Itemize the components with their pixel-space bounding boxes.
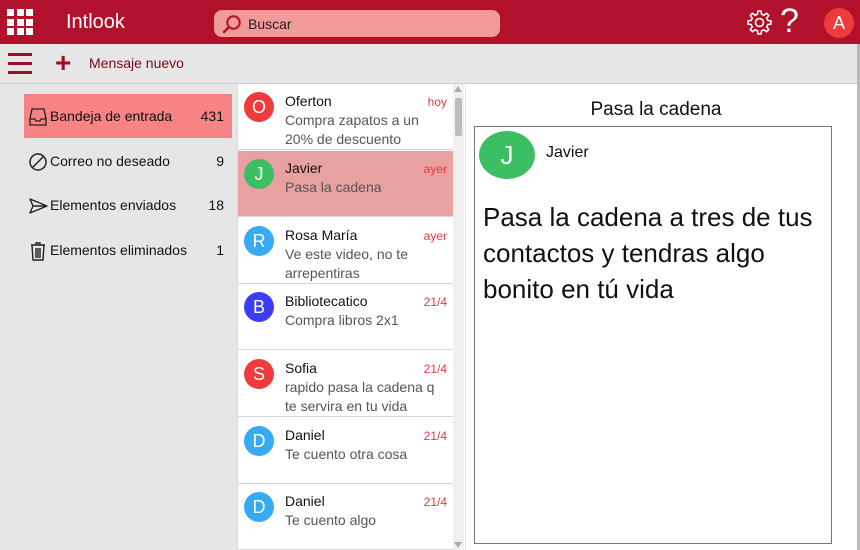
message-preview: Te cuento algo [285, 512, 377, 528]
trash-icon [31, 242, 45, 261]
folder-inbox[interactable]: Bandeja de entrada 431 [24, 94, 232, 138]
message-item[interactable]: S Sofia 21/4 rapido pasa la cadena q te … [238, 351, 453, 417]
message-sender: Oferton [285, 93, 332, 109]
sender-avatar: R [244, 226, 274, 256]
sender-avatar: D [244, 492, 274, 522]
message-date: 21/4 [423, 495, 447, 509]
message-sender: Sofia [285, 360, 317, 376]
message-preview: rapido pasa la cadena q te servira en tu… [285, 379, 435, 414]
top-bar: Intlook ? A [0, 0, 860, 44]
folder-sent[interactable]: Elementos enviados 18 [24, 183, 232, 227]
message-date: ayer [423, 229, 447, 243]
spam-icon [29, 153, 47, 171]
search-input[interactable] [248, 10, 488, 37]
message-item[interactable]: D Daniel 21/4 Te cuento otra cosa [238, 418, 453, 484]
user-avatar[interactable]: A [824, 8, 854, 38]
plus-icon[interactable]: + [55, 49, 71, 77]
sender-avatar: D [244, 426, 274, 456]
reading-sender-avatar: J [479, 131, 535, 179]
message-item[interactable]: B Bibliotecatico 21/4 Compra libros 2x1 [238, 284, 453, 350]
message-preview: Te cuento otra cosa [285, 446, 408, 462]
sender-avatar: J [244, 159, 274, 189]
send-icon [29, 198, 48, 214]
folder-count: 1 [216, 242, 224, 258]
message-sender: Rosa María [285, 227, 358, 243]
scroll-up-arrow-icon[interactable] [454, 86, 462, 92]
sender-avatar: O [244, 92, 274, 122]
app-title: Intlook [66, 11, 125, 33]
reading-body: Pasa la cadena a tres de tus contactos y… [483, 202, 813, 304]
message-item[interactable]: R Rosa María ayer Ve este video, no te a… [238, 218, 453, 284]
folder-label: Bandeja de entrada [50, 108, 173, 124]
search-icon [222, 15, 241, 34]
message-date: 21/4 [423, 429, 447, 443]
message-body-card: J Javier Pasa la cadena a tres de tus co… [474, 126, 832, 544]
scroll-down-arrow-icon[interactable] [454, 542, 462, 548]
message-preview: Compra zapatos a un 20% de descuento [285, 112, 419, 147]
message-date: hoy [427, 95, 447, 109]
gear-icon[interactable] [746, 9, 773, 36]
message-sender: Daniel [285, 493, 325, 509]
folder-count: 431 [200, 108, 224, 124]
folder-count: 9 [216, 153, 224, 169]
message-sender: Daniel [285, 427, 325, 443]
search-box[interactable] [214, 10, 500, 37]
message-item[interactable]: O Oferton hoy Compra zapatos a un 20% de… [238, 84, 453, 150]
folder-label: Elementos eliminados [50, 242, 187, 258]
reading-subject: Pasa la cadena [590, 99, 722, 120]
message-preview: Pasa la cadena [285, 179, 382, 195]
message-preview: Compra libros 2x1 [285, 312, 399, 328]
sender-avatar: S [244, 359, 274, 389]
message-list: O Oferton hoy Compra zapatos a un 20% de… [237, 84, 465, 550]
reading-sender: Javier [546, 144, 589, 161]
folder-deleted[interactable]: Elementos eliminados 1 [24, 228, 232, 272]
folder-count: 18 [208, 197, 224, 213]
scroll-thumb[interactable] [455, 98, 462, 136]
app-launcher-icon[interactable] [7, 9, 33, 35]
help-icon[interactable]: ? [780, 1, 799, 41]
message-preview: Ve este video, no te arrepentiras [285, 246, 408, 281]
folder-label: Elementos enviados [50, 197, 177, 213]
toolbar: + Mensaje nuevo [0, 44, 860, 84]
message-sender: Bibliotecatico [285, 293, 368, 309]
folder-label: Correo no deseado [50, 153, 170, 169]
message-item[interactable]: D Daniel 21/4 Te cuento algo [238, 484, 453, 550]
inbox-icon [29, 108, 47, 126]
reading-pane: Pasa la cadena J Javier Pasa la cadena a… [466, 84, 860, 550]
message-sender: Javier [285, 160, 323, 176]
new-message-button[interactable]: Mensaje nuevo [89, 55, 184, 71]
sender-avatar: B [244, 292, 274, 322]
hamburger-menu-icon[interactable] [8, 53, 32, 75]
message-list-scrollbar[interactable] [453, 84, 464, 550]
message-date: 21/4 [423, 362, 447, 376]
message-item-selected[interactable]: J Javier ayer Pasa la cadena [238, 151, 453, 217]
folder-sidebar: Bandeja de entrada 431 Correo no deseado… [0, 84, 234, 550]
folder-spam[interactable]: Correo no deseado 9 [24, 139, 232, 183]
message-date: ayer [423, 162, 447, 176]
message-date: 21/4 [423, 295, 447, 309]
